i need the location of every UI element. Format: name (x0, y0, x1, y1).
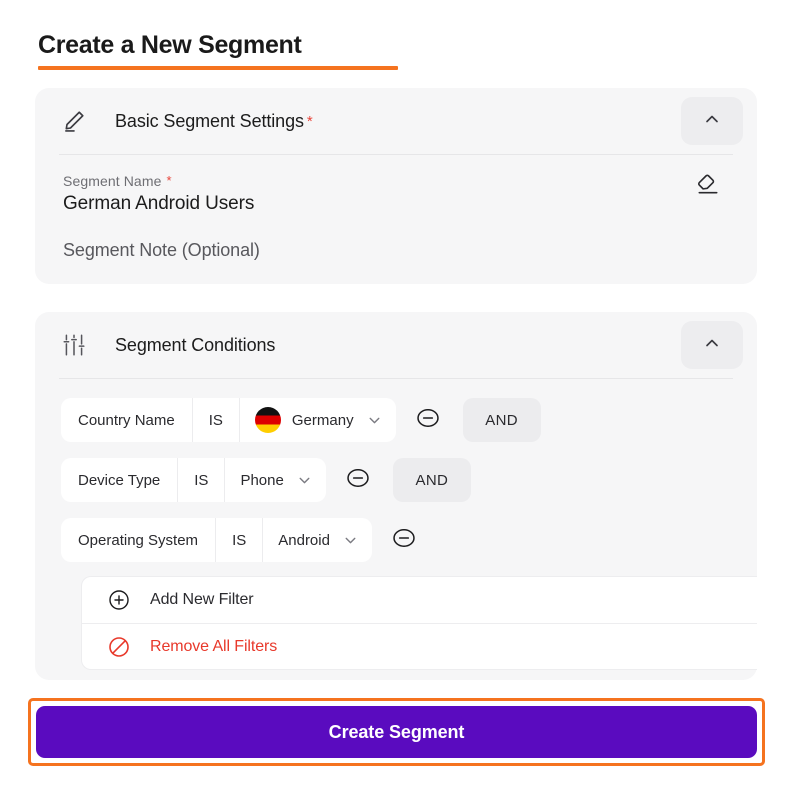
minus-circle-icon (391, 525, 417, 556)
chevron-up-icon (702, 109, 722, 134)
segment-name-label-text: Segment Name (63, 173, 162, 189)
remove-all-filters-button[interactable]: Remove All Filters (82, 623, 757, 669)
segment-name-label: Segment Name * (63, 173, 733, 189)
filter-row: Device Type IS Phone AND (61, 457, 757, 503)
minus-circle-icon (345, 465, 371, 496)
filter-value-select[interactable]: Germany (240, 398, 396, 442)
filter-attribute-select[interactable]: Device Type (61, 458, 179, 502)
add-new-filter-label: Add New Filter (150, 591, 254, 608)
create-segment-button[interactable]: Create Segment (36, 706, 757, 758)
basic-settings-body: Segment Name * German Android Users Segme… (35, 155, 757, 261)
title-underline (38, 66, 398, 70)
filter-value-select[interactable]: Phone (225, 458, 325, 502)
basic-settings-title: Basic Segment Settings * (115, 111, 313, 132)
filter-attribute-select[interactable]: Country Name (61, 398, 193, 442)
remove-filter-button[interactable] (343, 465, 373, 495)
filter-attribute-select[interactable]: Operating System (61, 518, 217, 562)
filter-connector-and[interactable]: AND (462, 398, 541, 442)
filter-operator-select[interactable]: IS (178, 458, 226, 502)
basic-settings-title-text: Basic Segment Settings (115, 110, 304, 131)
filter-row: Country Name IS Germany AND (61, 397, 757, 443)
eraser-icon (695, 171, 721, 202)
basic-settings-collapse-button[interactable] (681, 97, 743, 145)
filter-list: Country Name IS Germany AND Device Type … (35, 379, 757, 563)
page-title: Create a New Segment (38, 31, 302, 59)
filter-operator-select[interactable]: IS (193, 398, 240, 442)
filter-chip: Operating System IS Android (61, 518, 372, 562)
segment-conditions-collapse-button[interactable] (681, 321, 743, 369)
create-segment-label: Create Segment (328, 721, 465, 742)
remove-filter-button[interactable] (389, 525, 419, 555)
segment-note-input[interactable]: Segment Note (Optional) (63, 240, 733, 261)
filter-row: Operating System IS Android (61, 517, 757, 563)
page-title-wrap: Create a New Segment (38, 28, 398, 70)
add-new-filter-button[interactable]: Add New Filter (82, 577, 757, 623)
filter-chip: Country Name IS Germany (61, 398, 396, 442)
segment-conditions-title: Segment Conditions (115, 334, 276, 355)
minus-circle-icon (415, 405, 441, 436)
segment-conditions-header[interactable]: Segment Conditions (35, 312, 757, 378)
chevron-down-icon (296, 472, 313, 489)
chevron-down-icon (342, 532, 359, 549)
ban-icon (106, 634, 132, 660)
filter-operator-select[interactable]: IS (216, 518, 264, 562)
create-segment-page: Create a New Segment Basic Segment Setti… (0, 0, 795, 795)
filter-actions-panel: Add New Filter Remove All Filters (81, 576, 757, 670)
basic-settings-required-star: * (306, 112, 313, 130)
sliders-icon (59, 330, 89, 360)
remove-filter-button[interactable] (413, 405, 443, 435)
filter-value-text: Phone (240, 471, 284, 489)
plus-circle-icon (106, 587, 132, 613)
basic-segment-settings-card: Basic Segment Settings * Segment Name * Ge… (35, 88, 757, 284)
filter-value-select[interactable]: Android (263, 518, 372, 562)
filter-value-text: Germany (291, 411, 354, 429)
remove-all-filters-label: Remove All Filters (150, 637, 278, 655)
chevron-down-icon (366, 412, 383, 429)
clear-segment-name-button[interactable] (691, 169, 725, 203)
basic-settings-header[interactable]: Basic Segment Settings * (35, 88, 757, 154)
segment-conditions-card: Segment Conditions Country Name IS Germa… (35, 312, 757, 680)
filter-value-text: Android (278, 531, 330, 549)
filter-connector-and[interactable]: AND (392, 458, 471, 502)
segment-name-required-star: * (166, 173, 172, 188)
filter-chip: Device Type IS Phone (61, 458, 326, 502)
pencil-icon (59, 106, 89, 136)
germany-flag-icon (254, 407, 281, 433)
segment-name-input[interactable]: German Android Users (63, 193, 733, 215)
chevron-up-icon (702, 333, 722, 358)
